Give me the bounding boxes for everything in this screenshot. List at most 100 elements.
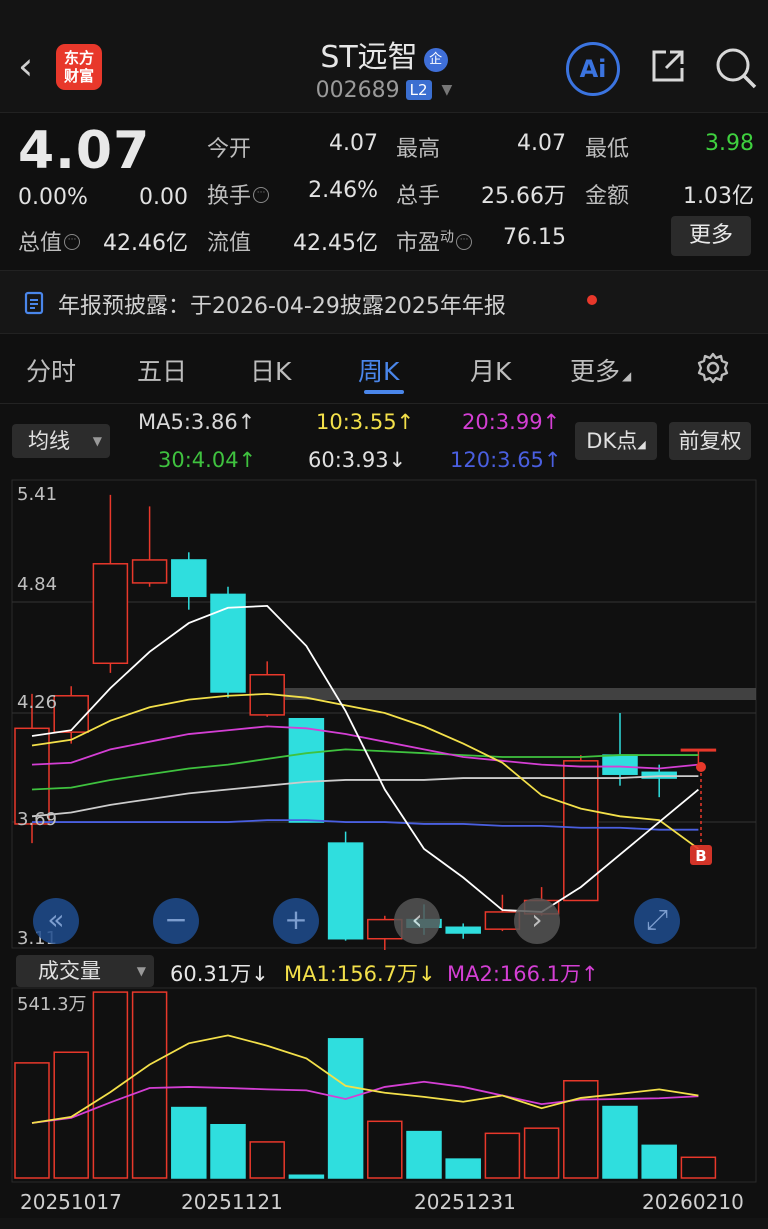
search-icon[interactable] [714, 46, 758, 90]
amount-label: 金额 [585, 184, 630, 209]
volume-bar [680, 1156, 717, 1179]
candle-body [92, 563, 129, 665]
ma5-value: MA5:3.86↑ [138, 410, 256, 434]
volume-bar [131, 991, 168, 1179]
volume-ma2: MA2:166.1万↑ [447, 962, 599, 986]
price-tick: 4.26 [17, 692, 58, 713]
volume-selector-label: 成交量 [38, 959, 101, 983]
stock-name: ST远智 [320, 40, 418, 75]
ma120-value: 120:3.65↑ [450, 448, 562, 472]
date-label: 20251121 [181, 1190, 283, 1214]
settings-gear-icon[interactable] [696, 351, 730, 385]
stock-code: 002689 [315, 78, 400, 103]
volume-value: 25.66万 [481, 184, 566, 209]
forward-adjust-button[interactable]: 前复权 [669, 422, 751, 460]
notice-text: 年报预披露：于2026-04-29披露2025年年报 [58, 294, 506, 319]
low-label: 最低 [585, 137, 630, 162]
turnover-label-text: 换手 [207, 184, 252, 209]
volume-current: 60.31万↓ [170, 962, 269, 986]
candle-body [680, 748, 717, 752]
tab-daily-k[interactable]: 日K [250, 352, 291, 388]
report-icon [24, 291, 44, 315]
volume-bar [53, 1051, 89, 1179]
change-amount: 0.00 [139, 185, 188, 210]
tab-more[interactable]: 更多 ◢ [570, 352, 631, 388]
date-label: 20251231 [414, 1190, 516, 1214]
ma10-value: 10:3.55↑ [316, 410, 415, 434]
float-value-label: 流值 [207, 231, 252, 256]
float-value: 42.45亿 [293, 231, 378, 256]
total-value-label-text: 总值 [18, 231, 63, 256]
caret-down-icon: ▼ [92, 434, 102, 448]
date-label: 20260210 [642, 1190, 744, 1214]
turnover-value: 2.46% [308, 178, 378, 203]
candle-body [445, 926, 481, 934]
price-tick-max: 5.41 [17, 484, 58, 505]
candle-body [210, 593, 246, 693]
pe-label: 市盈动 ··· [396, 225, 473, 257]
volume-bar [92, 991, 129, 1179]
zoom-in-button[interactable]: + [273, 898, 319, 944]
volume-bar [171, 1106, 207, 1179]
level2-badge: L2 [405, 80, 432, 100]
weekly-kline-chart[interactable]: B [0, 478, 768, 950]
candle-body [602, 754, 638, 775]
enterprise-badge-icon: 企 [423, 48, 448, 72]
volume-bar [445, 1158, 481, 1179]
more-quote-button[interactable]: 更多 [671, 216, 751, 256]
volume-bar [327, 1038, 364, 1179]
tab-weekly-k[interactable]: 周K [358, 352, 399, 388]
current-price: 4.07 [18, 121, 151, 181]
tab-monthly-k[interactable]: 月K [470, 352, 511, 388]
share-icon[interactable] [648, 46, 688, 86]
fullscreen-button[interactable]: ⤢ [634, 898, 680, 944]
volume-bar [406, 1130, 442, 1179]
volume-bar [602, 1105, 638, 1179]
next-button[interactable]: › [514, 898, 560, 944]
volume-bar [563, 1080, 599, 1179]
ma-selector[interactable]: 均线 ▼ [12, 424, 110, 458]
volume-ma1: MA1:156.7万↓ [284, 962, 436, 986]
info-icon[interactable]: ··· [64, 234, 81, 250]
volume-chart[interactable] [0, 986, 768, 1186]
volume-bar [523, 1127, 560, 1179]
bottom-edge [0, 1218, 768, 1229]
tab-intraday[interactable]: 分时 [26, 352, 76, 388]
chart-frame [11, 479, 757, 949]
candle-body [131, 559, 168, 584]
volume-bar [210, 1123, 246, 1179]
open-value: 4.07 [329, 131, 378, 156]
volume-tick-max: 541.3万 [17, 994, 87, 1015]
info-icon[interactable]: ··· [253, 187, 270, 203]
tab-more-label: 更多 [570, 357, 621, 386]
active-tab-indicator [364, 390, 404, 394]
ai-assistant-button[interactable]: Ai [566, 42, 620, 96]
high-label: 最高 [396, 137, 441, 162]
change-percent: 0.00% [18, 185, 88, 210]
candle-body [288, 717, 325, 823]
notice-bar[interactable]: 年报预披露：于2026-04-29披露2025年年报 [0, 270, 768, 334]
high-value: 4.07 [517, 131, 566, 156]
ma-selector-label: 均线 [28, 429, 70, 453]
tab-five-day[interactable]: 五日 [137, 352, 187, 388]
dk-point-button[interactable]: DK点◢ [575, 422, 657, 460]
volume-bar [367, 1120, 403, 1179]
total-value-label: 总值 ··· [18, 225, 81, 257]
candle-body [327, 842, 364, 940]
volume-bar [484, 1132, 521, 1179]
zoom-out-button[interactable]: − [153, 898, 199, 944]
unread-dot [587, 295, 597, 305]
candles [14, 494, 717, 950]
pe-dynamic-mark: 动 [440, 229, 455, 246]
corner-triangle-icon: ◢ [637, 438, 646, 451]
date-label: 20251017 [20, 1190, 122, 1214]
volume-bar [641, 1144, 677, 1179]
info-icon[interactable]: ··· [456, 234, 473, 250]
open-label: 今开 [207, 137, 252, 162]
price-tick: 4.84 [17, 574, 58, 595]
volume-indicator-selector[interactable]: 成交量 ▼ [16, 955, 154, 987]
ma60-value: 60:3.93↓ [308, 448, 407, 472]
scroll-left-button[interactable]: « [33, 898, 79, 944]
prev-button[interactable]: ‹ [394, 898, 440, 944]
candle-body [53, 695, 89, 733]
